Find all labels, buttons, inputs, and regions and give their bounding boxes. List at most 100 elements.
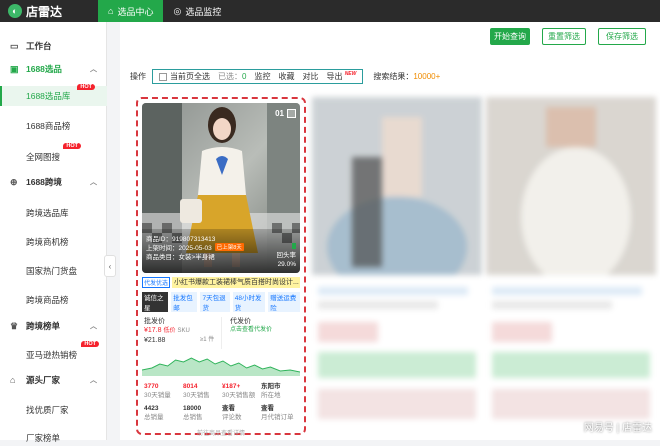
dropship-price: 代发价 点击查看代发价 [221,317,300,349]
tab-label: 选品中心 [117,6,154,17]
service-tag: 赠送运费险 [268,292,301,312]
compare-button[interactable]: 对比 [302,71,318,82]
sidebar-item-label: 1688跨境 [26,177,62,187]
sidebar-item-1688-library[interactable]: 1688选品库 HOT [0,84,107,106]
sidebar-item-cross-rank[interactable]: 跨境商品榜 [0,292,107,308]
stat-cell: 东阳市 所在地 [261,382,300,400]
blur-placeholder [318,352,476,378]
price-value: ¥17.8 [144,327,162,334]
location-icon: ◎ [173,5,182,16]
product-image[interactable]: 01 商品ID：919807313413 上架时间：2025-05-03 已上架8… [142,103,300,273]
hot-badge: HOT [77,84,95,90]
blur-placeholder [492,287,642,295]
sidebar-item-label: 跨境选品库 [26,208,69,218]
product-card[interactable]: 01 商品ID：919807313413 上架时间：2025-05-03 已上架8… [136,97,306,437]
sidebar-item-1688-rank[interactable]: 1688商品榜 [0,118,107,134]
chevron-up-icon: ︿ [90,323,97,330]
blur-placeholder [318,389,476,419]
product-card-blurred[interactable] [312,97,482,435]
price-value-2: ¥21.88 [144,337,166,344]
tab-product-monitor[interactable]: ◎ 选品监控 [163,0,231,22]
chevron-left-icon: ‹ [108,261,112,271]
stat-value[interactable]: 查看 [222,404,261,413]
sidebar-item-label: 1688选品库 [26,91,71,101]
sidebar-item-factory-rank[interactable]: 厂家榜单 [0,430,107,446]
dropship-tag: 代发优选 [142,277,171,288]
stat-value[interactable]: 查看 [261,404,300,413]
sidebar-item-cross-chance[interactable]: 跨境商机榜 [0,234,107,250]
sidebar-group-1688[interactable]: ▣ 1688选品 ︿ [0,61,107,77]
product-card-blurred[interactable] [486,97,656,435]
price-label: 批发价 [144,318,165,325]
sidebar-item-amazon[interactable]: 亚马逊热销榜 HOT [0,341,107,363]
ops-box: 当前页全选 已选：0 监控 收藏 对比 导出 NEW [152,69,364,84]
stat-label: 30天销售额 [222,392,256,399]
result-label: 搜索结果： [373,72,414,81]
card-footer-link[interactable]: 前往商品查看详情 [142,428,300,437]
reset-filter-button[interactable]: 重置筛选 [542,28,586,45]
service-tag: 批发包邮 [171,292,198,312]
sidebar-group-factory[interactable]: ⌂ 源头厂家 ︿ [0,372,107,388]
stat-label: 总销售 [183,414,203,421]
sidebar-item-label: 国家热门货盘 [26,266,78,276]
stat-value: 4423 [144,405,159,412]
select-all-checkbox[interactable]: 当前页全选 [159,71,210,82]
export-button[interactable]: 导出 NEW [326,71,356,82]
product-title[interactable]: 小红书爆款工装裙棒气质百搭时尚设计... [172,277,300,288]
stats-grid: 3770 30天销量 8014 30天销售 ¥187+ 30天销售额 东阳市 所在地 4… [142,382,300,422]
sidebar-group-cross[interactable]: ⊕ 1688跨境 ︿ [0,174,107,190]
stat-cell: ¥187+ 30天销售额 [222,382,261,400]
tab-product-center[interactable]: ⌂ 选品中心 [98,0,164,22]
factory-icon: ⌂ [10,375,16,385]
stat-cell: 4423 总销量 [144,404,183,422]
sidebar-group-rank[interactable]: ♛ 跨境榜单 ︿ [0,318,107,334]
price-section: 批发价 ¥17.8 低价 SKU ¥21.88 ≥1 件 代发价 点击查看代发价 [142,317,300,349]
monitor-button[interactable]: 监控 [254,71,270,82]
top-bar: ◐ 店雷达 ⌂ 选品中心 ◎ 选品监控 [0,0,660,22]
tab-label: 选品监控 [185,6,222,17]
result-count: 10000+ [413,72,441,81]
stat-value: ¥187+ [222,383,241,390]
sidebar-item-image-search[interactable]: 全网图搜 HOT [0,143,107,165]
app-logo[interactable]: ◐ 店雷达 [0,3,98,20]
price-tag: 低价 [163,328,176,334]
ad-badge [292,243,296,249]
sidebar-item-label: 跨境商品榜 [26,295,69,305]
category: 商品类目：女装>半身裙 [146,253,215,261]
stat-label: 30天销量 [144,392,171,399]
sidebar-item-label: 源头厂家 [26,375,61,385]
sidebar-item-label: 工作台 [26,41,52,51]
sidebar-item-label: 1688选品 [26,64,62,74]
watermark: 网易号 | 店雷达 [583,423,652,434]
select-all-label: 当前页全选 [170,72,210,81]
export-label: 导出 [326,72,343,81]
dist-link[interactable]: 点击查看代发价 [230,326,300,335]
chevron-up-icon: ︿ [90,66,97,73]
sidebar-item-hot-goods[interactable]: 国家热门货盘 [0,263,107,279]
blur-placeholder [492,301,612,309]
sidebar-item-cross-library[interactable]: 跨境选品库 [0,205,107,221]
stat-cell: 查看 评论数 [222,404,261,422]
blur-placeholder [318,287,468,295]
sidebar-item-label: 1688商品榜 [26,121,71,131]
start-query-button[interactable]: 开始查询 [490,28,530,45]
dist-label: 代发价 [230,318,251,325]
launch-tag: 已上架8天 [214,242,244,251]
sidebar-item-label: 跨境榜单 [26,321,61,331]
product-title-row[interactable]: 代发优选 小红书爆款工装裙棒气质百搭时尚设计... [142,277,300,288]
repurchase-value: 29.0% [277,261,296,268]
collect-button[interactable]: 收藏 [278,71,294,82]
trophy-icon: ♛ [10,320,19,331]
sidebar-collapse-button[interactable]: ‹ [104,255,116,277]
sidebar-item-workbench[interactable]: ▭ 工作台 [0,38,107,54]
sidebar-item-find-factory[interactable]: 找优质厂家 [0,402,107,418]
globe-icon: ⊕ [10,176,18,187]
new-badge: NEW [344,71,357,77]
save-filter-button[interactable]: 保存筛选 [598,28,646,45]
sidebar-item-label: 全网图搜 [26,152,61,162]
card-select-checkbox[interactable] [287,109,296,118]
card-index: 01 [275,109,284,118]
sidebar-item-label: 找优质厂家 [26,405,69,415]
stat-cell: 8014 30天销售 [183,382,222,400]
repurchase-rate: 回头率 29.0% [277,241,296,269]
